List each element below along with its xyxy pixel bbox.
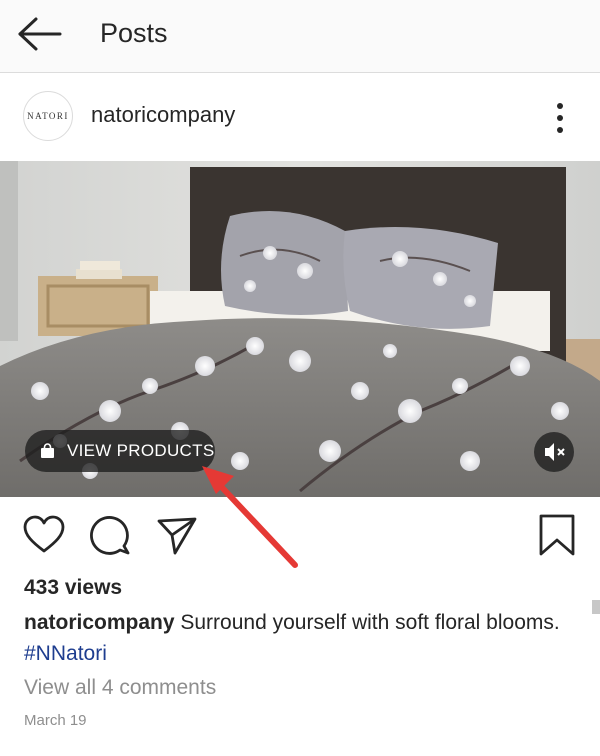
avatar[interactable]: NATORI [23,91,73,141]
avatar-logo-text: NATORI [27,111,69,121]
views-count[interactable]: 433 views [24,576,122,600]
scrollbar[interactable] [592,600,600,614]
share-icon[interactable] [155,513,199,557]
shopping-bag-icon [41,443,54,458]
view-products-label: VIEW PRODUCTS [67,441,215,460]
heart-icon[interactable] [22,513,66,557]
caption-text: Surround yourself with soft floral bloom… [174,611,560,634]
bookmark-icon[interactable] [535,513,579,557]
view-products-button[interactable]: VIEW PRODUCTS [25,430,215,472]
top-bar: Posts [0,0,600,73]
post-header: NATORI natoricompany [0,73,600,161]
username[interactable]: natoricompany [91,102,235,128]
hashtag-link[interactable]: #NNatori [24,642,107,665]
view-comments-link[interactable]: View all 4 comments [24,676,216,700]
back-arrow-icon[interactable] [16,16,64,52]
mute-icon [545,443,565,461]
action-bar [0,497,600,567]
caption: natoricompany Surround yourself with sof… [24,607,564,669]
caption-username[interactable]: natoricompany [24,611,175,634]
mute-button[interactable] [534,432,574,472]
comment-icon[interactable] [88,513,132,557]
page-title: Posts [100,18,168,48]
more-options-icon[interactable] [549,101,571,135]
post-date: March 19 [24,712,87,729]
